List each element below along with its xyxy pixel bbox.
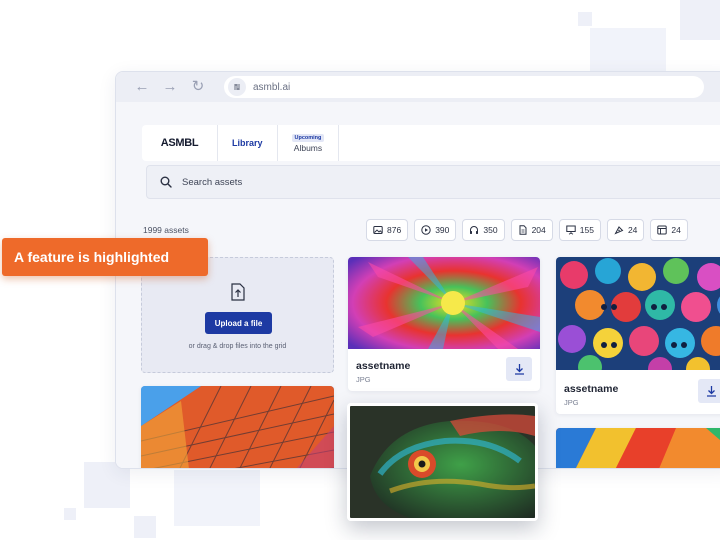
decorative-square bbox=[578, 12, 592, 26]
site-settings-icon[interactable] bbox=[228, 78, 246, 96]
download-button[interactable] bbox=[506, 357, 532, 381]
asset-card[interactable] bbox=[556, 428, 720, 468]
asset-type: JPG bbox=[356, 375, 371, 384]
filter-documents[interactable]: 204 bbox=[510, 219, 553, 241]
reload-icon[interactable]: ↻ bbox=[190, 79, 206, 95]
dragged-asset-card[interactable] bbox=[347, 403, 538, 521]
tab-albums[interactable]: Upcoming Albums bbox=[278, 125, 340, 161]
decorative-square bbox=[134, 516, 156, 538]
filter-vectors[interactable]: 24 bbox=[606, 219, 645, 241]
upload-file-button[interactable]: Upload a file bbox=[205, 312, 272, 334]
asset-thumbnail-parrot bbox=[556, 428, 720, 468]
top-navigation: ASMBL Library Upcoming Albums bbox=[142, 125, 720, 161]
search-icon bbox=[160, 176, 172, 188]
filter-count: 876 bbox=[387, 225, 402, 235]
download-icon bbox=[706, 386, 716, 397]
feature-highlight-callout: A feature is highlighted bbox=[2, 238, 208, 276]
asset-thumbnail-building bbox=[141, 386, 334, 468]
address-bar[interactable]: asmbl.ai bbox=[224, 76, 704, 98]
filter-count: 204 bbox=[531, 225, 546, 235]
filter-videos[interactable]: 390 bbox=[414, 219, 457, 241]
image-icon bbox=[373, 226, 383, 234]
back-arrow-icon[interactable]: ← bbox=[134, 79, 150, 95]
url-text: asmbl.ai bbox=[253, 81, 291, 93]
asset-card[interactable]: assetname JPG bbox=[556, 257, 720, 414]
tab-library-label: Library bbox=[232, 138, 263, 148]
download-button[interactable] bbox=[698, 379, 720, 403]
asset-thumbnail-chameleon bbox=[350, 406, 535, 518]
upcoming-badge: Upcoming bbox=[291, 133, 325, 142]
asset-thumbnail-flower bbox=[348, 257, 540, 349]
decorative-square bbox=[680, 0, 720, 40]
document-icon bbox=[519, 225, 527, 235]
filter-audio[interactable]: 350 bbox=[462, 219, 505, 241]
headphones-icon bbox=[470, 226, 479, 234]
browser-toolbar: ← → ↻ asmbl.ai bbox=[116, 72, 720, 102]
asset-type: JPG bbox=[564, 398, 579, 407]
filter-count: 390 bbox=[435, 225, 450, 235]
filter-count: 24 bbox=[671, 225, 681, 235]
search-input[interactable]: Search assets bbox=[146, 165, 720, 199]
decorative-square bbox=[590, 28, 666, 72]
asset-type-filters: 876 390 350 204 155 24 24 bbox=[366, 219, 688, 241]
filter-presentations[interactable]: 155 bbox=[558, 219, 601, 241]
decorative-square bbox=[174, 470, 260, 526]
asset-card[interactable] bbox=[141, 386, 334, 468]
tab-library[interactable]: Library bbox=[218, 125, 278, 161]
asset-count: 1999 assets bbox=[143, 225, 189, 235]
template-icon bbox=[657, 225, 668, 235]
tab-albums-label: Albums bbox=[293, 142, 323, 153]
forward-arrow-icon[interactable]: → bbox=[162, 79, 178, 95]
asset-name: assetname bbox=[564, 383, 619, 395]
filter-count: 24 bbox=[627, 225, 638, 235]
asset-name: assetname bbox=[356, 360, 411, 372]
asset-thumbnail-skulls bbox=[556, 257, 720, 381]
asset-card[interactable]: assetname JPG bbox=[348, 257, 540, 391]
decorative-square bbox=[64, 508, 76, 520]
download-icon bbox=[514, 364, 524, 375]
presentation-icon bbox=[566, 225, 576, 235]
search-placeholder: Search assets bbox=[182, 176, 243, 188]
filter-count: 155 bbox=[579, 225, 594, 235]
video-play-icon bbox=[421, 225, 431, 235]
filter-templates[interactable]: 24 bbox=[650, 219, 688, 241]
filter-images[interactable]: 876 bbox=[366, 219, 409, 241]
filter-count: 350 bbox=[483, 225, 498, 235]
asmbl-logo[interactable]: ASMBL bbox=[142, 125, 218, 161]
vector-pen-icon bbox=[614, 226, 624, 235]
upload-file-icon bbox=[231, 283, 245, 301]
drag-drop-hint: or drag & drop files into the grid bbox=[188, 343, 287, 350]
